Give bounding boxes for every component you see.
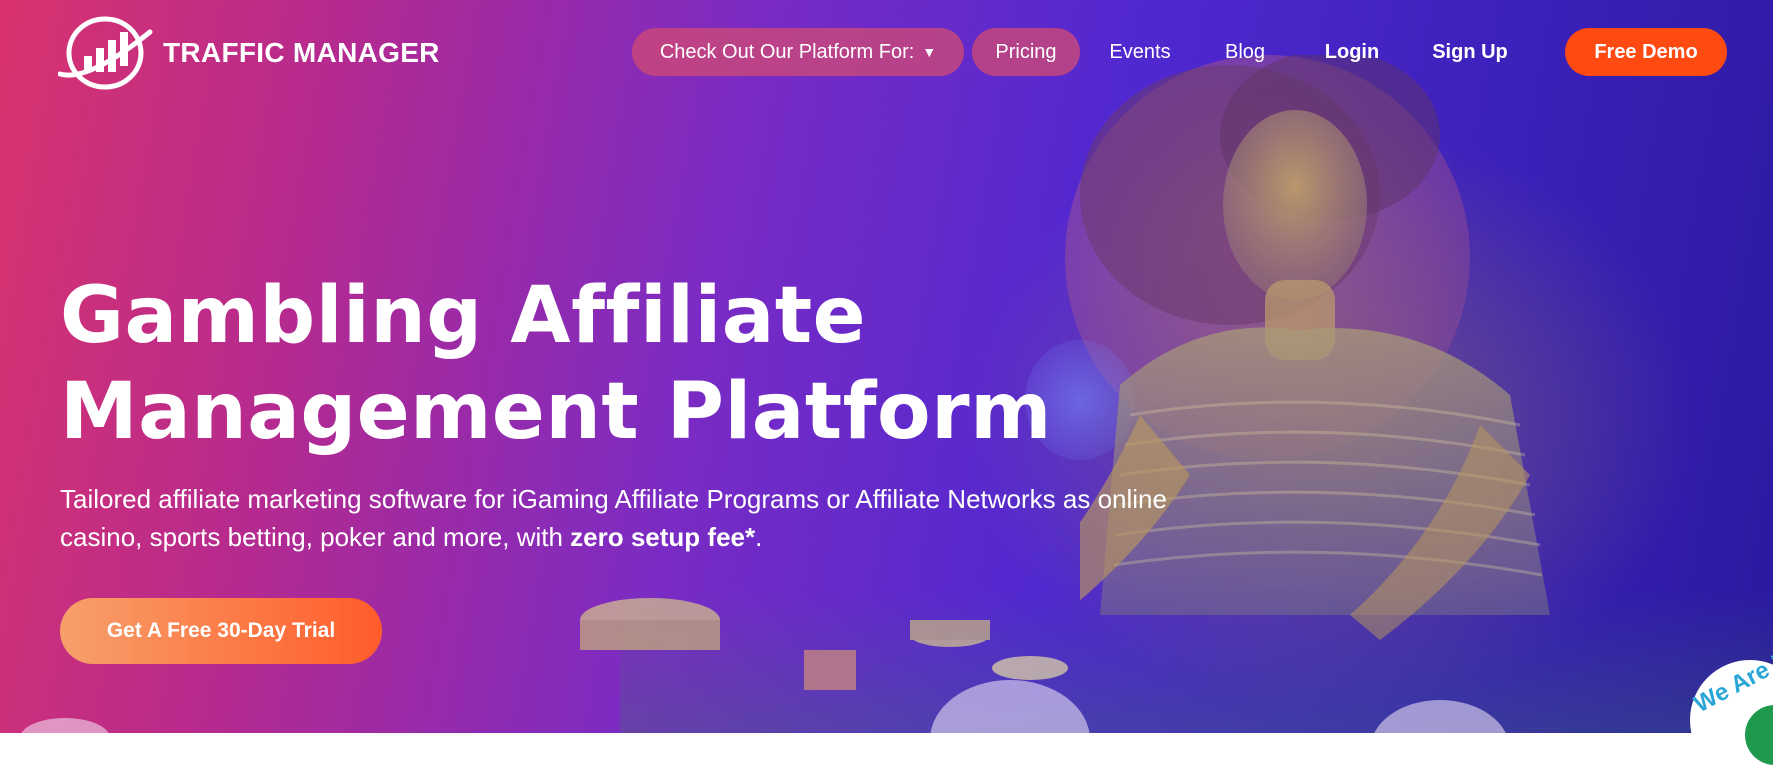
nav-events-link[interactable]: Events xyxy=(1100,28,1180,76)
trend-chart-ring-logo-icon xyxy=(58,16,153,90)
nav-blog-link[interactable]: Blog xyxy=(1215,28,1275,76)
nav-login-link[interactable]: Login xyxy=(1312,28,1392,76)
platform-dropdown-button[interactable]: Check Out Our Platform For: ▼ xyxy=(632,28,964,76)
free-trial-button[interactable]: Get A Free 30-Day Trial xyxy=(60,598,382,664)
free-demo-button[interactable]: Free Demo xyxy=(1565,28,1727,76)
brand-name: TRAFFIC MANAGER xyxy=(163,37,440,68)
hero-subtext-highlight: zero setup fee* xyxy=(570,522,756,552)
caret-down-icon: ▼ xyxy=(922,44,937,60)
hero-headline: Gambling Affiliate Management Platform xyxy=(60,268,1080,460)
hero-headline-line2: Management Platform xyxy=(60,367,1052,457)
platform-dropdown-label: Check Out Our Platform For: xyxy=(659,40,915,63)
nav-signup-link[interactable]: Sign Up xyxy=(1420,28,1520,76)
nav-pricing-link[interactable]: Pricing xyxy=(972,28,1080,76)
hero-subtext: Tailored affiliate marketing software fo… xyxy=(60,480,1190,556)
hero-headline-line1: Gambling Affiliate xyxy=(60,271,867,361)
brand-logo[interactable]: TRAFFIC MANAGER xyxy=(58,12,440,94)
decorative-bubble xyxy=(20,718,110,733)
hero-subtext-end: . xyxy=(755,522,763,552)
